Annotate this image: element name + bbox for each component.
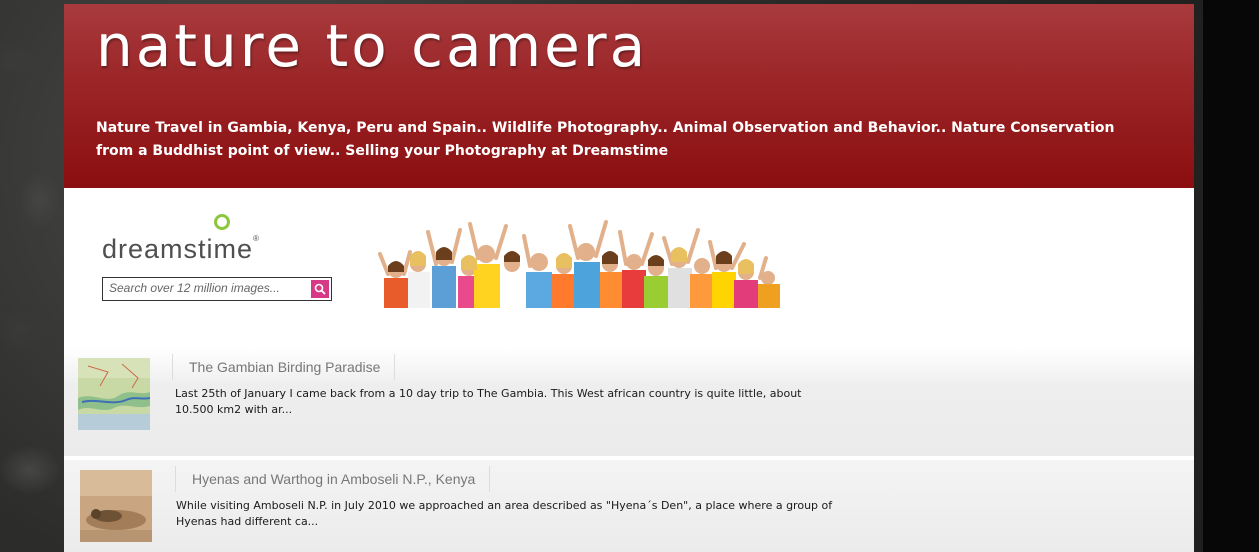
crowd-figures	[378, 220, 780, 308]
site-tagline: Nature Travel in Gambia, Kenya, Peru and…	[96, 120, 1115, 159]
site-header: nature to camera Nature Travel in Gambia…	[64, 4, 1194, 188]
map-thumbnail-icon	[78, 358, 150, 430]
dreamstime-ad[interactable]: dreamstime®	[64, 188, 1194, 348]
hyena-thumbnail-icon	[80, 470, 152, 542]
post-excerpt: While visiting Amboseli N.P. in July 201…	[176, 499, 833, 528]
post-excerpt: Last 25th of January I came back from a …	[175, 387, 802, 416]
blog-post-item: Hyenas and Warthog in Amboseli N.P., Ken…	[64, 460, 1194, 552]
registered-mark: ®	[253, 234, 260, 243]
post-title-link[interactable]: The Gambian Birding Paradise	[172, 354, 396, 380]
post-thumbnail-map[interactable]	[78, 358, 150, 430]
dreamstime-swirl-icon	[214, 214, 230, 230]
post-thumbnail-hyena[interactable]	[80, 470, 152, 542]
search-icon	[314, 283, 326, 295]
right-edge-strip	[1203, 0, 1259, 552]
dreamstime-search-box	[102, 277, 332, 301]
crowd-banner-image[interactable]	[374, 218, 786, 308]
blog-post-item: The Gambian Birding Paradise Last 25th o…	[64, 348, 1194, 456]
dreamstime-search-input[interactable]	[105, 280, 313, 296]
site-title[interactable]: nature to camera	[96, 12, 648, 80]
search-button[interactable]	[311, 280, 329, 298]
dreamstime-logo-text: dreamstime	[102, 234, 254, 264]
dreamstime-logo[interactable]: dreamstime®	[102, 234, 260, 265]
crowd-illustration	[378, 220, 780, 308]
page-container: nature to camera Nature Travel in Gambia…	[64, 4, 1194, 552]
post-title-link[interactable]: Hyenas and Warthog in Amboseli N.P., Ken…	[175, 466, 491, 492]
